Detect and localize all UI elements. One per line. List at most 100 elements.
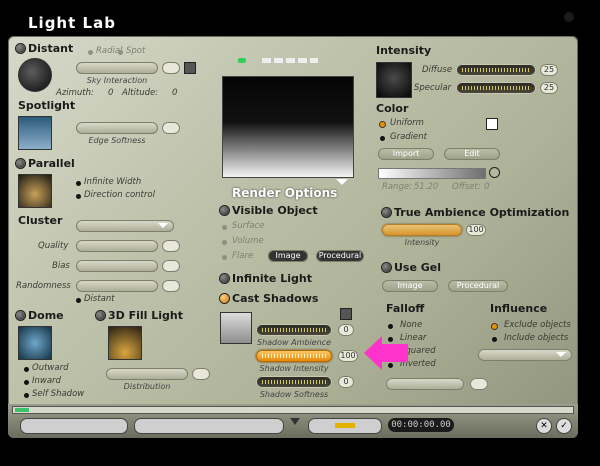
radial-radio[interactable] bbox=[88, 50, 93, 55]
cancel-icon[interactable]: ✕ bbox=[536, 418, 552, 434]
flare-procedural-button[interactable]: Procedural bbox=[316, 250, 364, 262]
infinite-width-radio[interactable] bbox=[76, 181, 81, 186]
dome-preview[interactable] bbox=[18, 326, 52, 360]
distribution-slider[interactable] bbox=[106, 368, 188, 380]
falloff-none-radio[interactable] bbox=[388, 324, 393, 329]
uniform-label: Uniform bbox=[390, 118, 424, 128]
specular-value[interactable]: 25 bbox=[540, 82, 558, 94]
intensity-header: Intensity bbox=[376, 44, 432, 57]
shadow-color-swatch[interactable] bbox=[340, 308, 352, 320]
distant-label: Distant bbox=[28, 42, 74, 55]
true-ambience-knob[interactable] bbox=[382, 208, 391, 217]
timecode-display[interactable]: 00:00:00.00 bbox=[388, 418, 454, 432]
sky-interaction-value[interactable] bbox=[162, 62, 180, 74]
render-options-chevron-icon[interactable] bbox=[336, 179, 348, 185]
falloff-slider[interactable] bbox=[386, 378, 464, 390]
window-title: Light Lab bbox=[28, 14, 116, 32]
timeline-scrubber[interactable] bbox=[12, 406, 574, 414]
shadow-ambience-value[interactable]: 0 bbox=[338, 324, 354, 336]
gradient-knob[interactable] bbox=[490, 168, 499, 177]
distribution-value[interactable] bbox=[192, 368, 210, 380]
falloff-none-label: None bbox=[400, 320, 423, 330]
close-dot-icon[interactable] bbox=[564, 12, 574, 22]
parallel-knob[interactable] bbox=[16, 159, 25, 168]
range-label: Range: bbox=[382, 182, 412, 192]
edge-softness-value[interactable] bbox=[162, 122, 180, 134]
import-button[interactable]: Import bbox=[378, 148, 434, 160]
transport-controls[interactable] bbox=[134, 418, 284, 434]
use-gel-label: Use Gel bbox=[394, 261, 442, 274]
diffuse-slider[interactable] bbox=[456, 64, 536, 76]
spot-radio[interactable] bbox=[118, 50, 123, 55]
keyframe-edit-controls[interactable] bbox=[308, 418, 382, 434]
altitude-label: Altitude: bbox=[122, 88, 159, 98]
uniform-color-swatch[interactable] bbox=[486, 118, 498, 130]
specular-slider[interactable] bbox=[456, 82, 536, 94]
flare-image-button[interactable]: Image bbox=[268, 250, 308, 262]
fill-light-preview[interactable] bbox=[108, 326, 142, 360]
quality-slider[interactable] bbox=[76, 240, 158, 252]
bias-value[interactable] bbox=[162, 260, 180, 272]
surface-radio[interactable] bbox=[222, 225, 227, 230]
uniform-radio[interactable] bbox=[380, 122, 385, 127]
spotlight-preview[interactable] bbox=[18, 116, 52, 150]
ambience-intensity-value[interactable]: 100 bbox=[466, 224, 486, 236]
influence-chevron-icon bbox=[556, 352, 566, 357]
preview-mode-leds[interactable] bbox=[262, 58, 318, 63]
flare-radio[interactable] bbox=[222, 255, 227, 260]
gel-image-button[interactable]: Image bbox=[382, 280, 438, 292]
pointer-arrow-icon bbox=[364, 336, 408, 370]
randomness-value[interactable] bbox=[162, 280, 180, 292]
volume-label: Volume bbox=[232, 236, 264, 246]
loop-dropdown-icon[interactable] bbox=[290, 418, 300, 425]
dome-knob[interactable] bbox=[16, 311, 25, 320]
visible-object-knob[interactable] bbox=[220, 206, 229, 215]
randomness-slider[interactable] bbox=[76, 280, 158, 292]
parallel-preview[interactable] bbox=[18, 174, 52, 208]
surface-label: Surface bbox=[232, 221, 265, 231]
sky-color-swatch[interactable] bbox=[184, 62, 196, 74]
shadow-ambience-slider[interactable] bbox=[256, 324, 332, 336]
cluster-distant-radio[interactable] bbox=[76, 298, 81, 303]
color-header: Color bbox=[376, 102, 409, 115]
outward-radio[interactable] bbox=[24, 367, 29, 372]
bias-slider[interactable] bbox=[76, 260, 158, 272]
volume-radio[interactable] bbox=[222, 240, 227, 245]
shadow-intensity-slider[interactable] bbox=[256, 350, 332, 362]
distant-preview[interactable] bbox=[18, 58, 52, 92]
ambience-intensity-slider[interactable] bbox=[382, 224, 462, 236]
include-radio[interactable] bbox=[492, 337, 497, 342]
shadow-softness-label: Shadow Softness bbox=[259, 390, 329, 399]
diffuse-value[interactable]: 25 bbox=[540, 64, 558, 76]
keyframe-selector[interactable] bbox=[20, 418, 128, 434]
edit-button[interactable]: Edit bbox=[444, 148, 500, 160]
cast-shadows-knob[interactable] bbox=[220, 294, 229, 303]
edge-softness-slider[interactable] bbox=[76, 122, 158, 134]
shadow-softness-slider[interactable] bbox=[256, 376, 332, 388]
shadow-softness-value[interactable]: 0 bbox=[338, 376, 354, 388]
gradient-bar[interactable] bbox=[378, 168, 486, 179]
exclude-radio[interactable] bbox=[492, 324, 497, 329]
gel-procedural-button[interactable]: Procedural bbox=[448, 280, 508, 292]
cast-shadows-label: Cast Shadows bbox=[232, 292, 319, 305]
offset-value: 0 bbox=[484, 182, 490, 192]
infinite-light-knob[interactable] bbox=[220, 274, 229, 283]
diffuse-label: Diffuse bbox=[422, 65, 453, 75]
falloff-value[interactable] bbox=[470, 378, 488, 390]
quality-value[interactable] bbox=[162, 240, 180, 252]
shadow-preview[interactable] bbox=[220, 312, 252, 344]
inward-radio[interactable] bbox=[24, 380, 29, 385]
gradient-radio[interactable] bbox=[380, 136, 385, 141]
distant-knob[interactable] bbox=[16, 44, 25, 53]
outward-label: Outward bbox=[32, 363, 69, 373]
use-gel-knob[interactable] bbox=[382, 263, 391, 272]
cluster-distant-label: Distant bbox=[84, 294, 115, 304]
self-shadow-radio[interactable] bbox=[24, 393, 29, 398]
sky-interaction-slider[interactable] bbox=[76, 62, 158, 74]
intensity-preview[interactable] bbox=[376, 62, 412, 98]
fill-light-knob[interactable] bbox=[96, 311, 105, 320]
confirm-icon[interactable]: ✓ bbox=[556, 418, 572, 434]
altitude-value: 0 bbox=[172, 88, 178, 98]
direction-control-radio[interactable] bbox=[76, 194, 81, 199]
shadow-intensity-value[interactable]: 100 bbox=[338, 350, 358, 362]
